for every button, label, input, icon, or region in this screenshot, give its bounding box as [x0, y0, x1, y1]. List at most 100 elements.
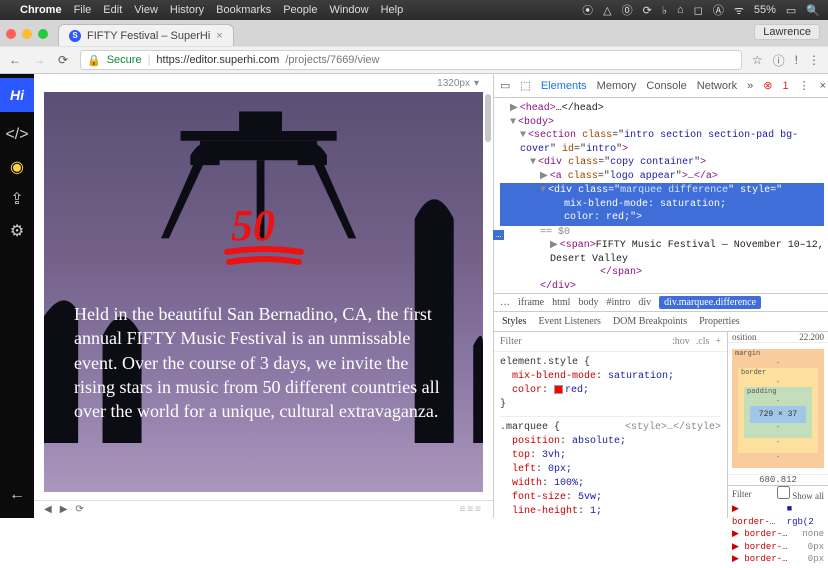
subtab-dom-breakpoints[interactable]: DOM Breakpoints: [613, 316, 687, 327]
info-icon[interactable]: ⓘ: [773, 52, 785, 69]
menu-app-name[interactable]: Chrome: [20, 4, 62, 16]
tab-title: FIFTY Festival – SuperHi: [87, 30, 210, 42]
device-toggle-icon[interactable]: ⬚: [520, 79, 530, 93]
devtools-panel: ▭ ⬚ Elements Memory Console Network » ⊗1…: [493, 74, 828, 518]
back-icon[interactable]: ←: [8, 486, 26, 504]
secure-label: Secure: [107, 54, 142, 66]
new-rule-button[interactable]: +: [715, 336, 721, 347]
css-rules[interactable]: element.style { mix-blend-mode: saturati…: [494, 352, 727, 518]
chrome-profile-badge[interactable]: Lawrence: [754, 24, 820, 40]
code-icon[interactable]: </>: [8, 126, 26, 144]
hundred-emoji: 50: [219, 202, 309, 272]
box-model[interactable]: margin - border - padding - 729 × 37 - -…: [728, 343, 828, 474]
devtools-tab-network[interactable]: Network: [697, 80, 737, 92]
preview-scrollbar[interactable]: [485, 94, 491, 142]
status-icon[interactable]: Ⓐ: [713, 2, 724, 18]
cls-toggle[interactable]: .cls: [696, 336, 710, 347]
status-icon[interactable]: ⓪: [622, 2, 633, 18]
subtab-event-listeners[interactable]: Event Listeners: [538, 316, 600, 327]
chrome-menu-icon[interactable]: ⋮: [808, 53, 820, 67]
reload-preview-icon[interactable]: ⟳: [75, 504, 83, 515]
prev-icon[interactable]: ◀: [44, 504, 52, 515]
window-zoom-button[interactable]: [38, 29, 48, 39]
computed-borders[interactable]: ▶ border-…■ rgb(2 ▶ border-…none ▶ borde…: [728, 501, 828, 568]
browser-tab[interactable]: S FIFTY Festival – SuperHi ×: [58, 24, 234, 46]
styles-filter-row: :hov .cls +: [494, 332, 727, 352]
status-icon[interactable]: △: [603, 4, 611, 17]
show-all-checkbox[interactable]: [777, 486, 790, 499]
viewport-size-control[interactable]: 1320px ▾: [34, 74, 493, 92]
spotlight-icon[interactable]: 🔍: [806, 4, 820, 17]
menu-history[interactable]: History: [170, 4, 204, 16]
menu-file[interactable]: File: [74, 4, 92, 16]
menu-edit[interactable]: Edit: [103, 4, 122, 16]
menu-help[interactable]: Help: [381, 4, 404, 16]
dom-tree[interactable]: ▶<head>…</head> ▼<body> ▼<section class=…: [494, 98, 828, 294]
devtools-tab-elements[interactable]: Elements: [541, 80, 587, 92]
window-controls: [6, 29, 48, 39]
dom-breadcrumb[interactable]: … iframe html body #intro div div.marque…: [494, 294, 828, 312]
forward-button: →: [32, 53, 46, 67]
crumb-selected[interactable]: div.marquee.difference: [659, 296, 761, 309]
status-icon[interactable]: ♭: [662, 4, 667, 17]
window-minimize-button[interactable]: [22, 29, 32, 39]
status-icon[interactable]: ⦿: [582, 2, 593, 18]
dom-selected-node[interactable]: ▼<div class="marquee difference" style="…: [500, 183, 824, 226]
computed-filter-label[interactable]: Filter: [732, 489, 752, 499]
chevron-down-icon: ▾: [474, 78, 479, 89]
wifi-icon[interactable]: ᯤ: [734, 3, 744, 18]
address-bar[interactable]: 🔒 Secure | https://editor.superhi.com/pr…: [80, 50, 742, 70]
status-icon[interactable]: ◻: [694, 4, 703, 17]
crumb[interactable]: …: [500, 297, 510, 308]
menu-window[interactable]: Window: [329, 4, 368, 16]
superhi-logo[interactable]: Hi: [0, 78, 34, 112]
crumb[interactable]: iframe: [518, 297, 544, 308]
subtab-styles[interactable]: Styles: [502, 316, 526, 327]
styles-filter-input[interactable]: [500, 336, 666, 347]
position-label: osition: [732, 332, 757, 342]
status-icon[interactable]: ⌂: [677, 4, 684, 16]
battery-icon: ▭: [786, 4, 796, 17]
next-icon[interactable]: ▶: [60, 504, 68, 515]
crumb[interactable]: html: [552, 297, 570, 308]
editor-left-rail: Hi </> ◉ ⇪ ⚙ ←: [0, 74, 34, 518]
devtools-tab-memory[interactable]: Memory: [597, 80, 637, 92]
site-preview[interactable]: 50 Held in the beautiful San Bernadino, …: [44, 92, 483, 492]
error-icon[interactable]: ⊗: [763, 79, 772, 92]
eye-icon[interactable]: ◉: [8, 158, 26, 176]
hov-toggle[interactable]: :hov: [672, 336, 690, 347]
window-close-button[interactable]: [6, 29, 16, 39]
devtools-tab-console[interactable]: Console: [646, 80, 686, 92]
menu-people[interactable]: People: [283, 4, 317, 16]
battery-pct: 55%: [754, 4, 776, 16]
reload-button[interactable]: ⟳: [56, 53, 70, 67]
computed-width: 680.812: [728, 474, 828, 485]
inspect-icon[interactable]: ▭: [500, 79, 510, 93]
warn-icon[interactable]: !: [795, 53, 798, 67]
star-icon[interactable]: ☆: [752, 53, 763, 67]
crumb[interactable]: div: [638, 297, 651, 308]
status-icon[interactable]: ⟳: [643, 4, 652, 17]
crumb[interactable]: #intro: [606, 297, 630, 308]
position-value: 22.200: [799, 332, 824, 342]
subtab-properties[interactable]: Properties: [699, 316, 740, 327]
ruler-marker: …: [493, 230, 504, 240]
show-all-label: Show all: [792, 491, 824, 501]
devtools-settings-icon[interactable]: ⋮: [799, 79, 810, 92]
tab-close-icon[interactable]: ×: [216, 30, 222, 42]
back-button[interactable]: ←: [8, 53, 22, 67]
settings-icon[interactable]: ⚙: [8, 222, 26, 240]
resize-grip-icon[interactable]: ≡≡≡: [459, 504, 483, 515]
crumb[interactable]: body: [578, 297, 598, 308]
macos-menu-bar: Chrome File Edit View History Bookmarks …: [0, 0, 828, 20]
menu-view[interactable]: View: [134, 4, 158, 16]
viewport-width-label: 1320px: [437, 78, 470, 89]
styles-subtabs: Styles Event Listeners DOM Breakpoints P…: [494, 312, 828, 332]
preview-paragraph: Held in the beautiful San Bernadino, CA,…: [74, 302, 453, 423]
devtools-close-icon[interactable]: ×: [820, 80, 826, 92]
preview-pane: 1320px ▾ 50: [34, 74, 493, 518]
menu-bookmarks[interactable]: Bookmarks: [216, 4, 271, 16]
devtools-more-tabs[interactable]: »: [747, 80, 753, 92]
upload-icon[interactable]: ⇪: [8, 190, 26, 208]
url-domain: https://editor.superhi.com: [156, 54, 279, 66]
